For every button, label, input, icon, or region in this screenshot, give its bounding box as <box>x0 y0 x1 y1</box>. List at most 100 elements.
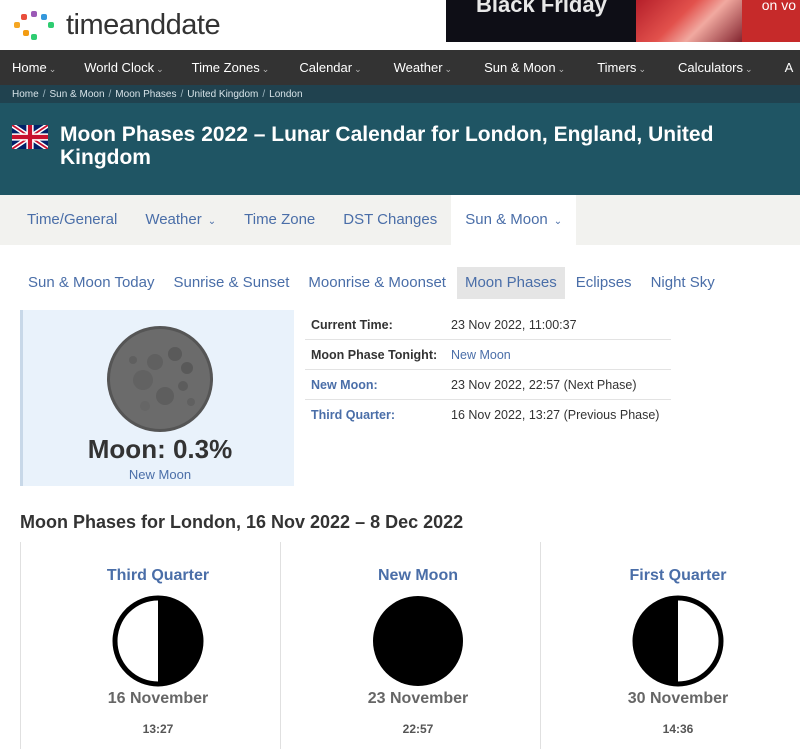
nav-item-label: Calculators <box>677 60 744 75</box>
info-value: 23 Nov 2022, 11:00:37 <box>451 317 577 332</box>
nav-item-label: Calendar <box>299 60 353 75</box>
phases-section-title: Moon Phases for London, 16 Nov 2022 – 8 … <box>20 512 464 532</box>
section-nav: Time/General Weather ⌄ Time Zone DST Chan… <box>0 195 800 245</box>
chevron-down-icon: ⌄ <box>156 64 164 74</box>
breadcrumb-city[interactable]: London <box>269 89 302 100</box>
breadcrumb-separator: / <box>180 88 184 100</box>
subnav-time-general[interactable]: Time/General <box>0 195 131 245</box>
uk-flag-icon <box>12 125 48 149</box>
nav-item-label: World Clock <box>84 60 155 75</box>
logo-text: timeanddate <box>66 8 221 41</box>
subnav-weather[interactable]: Weather ⌄ <box>131 195 230 245</box>
phase-date: 23 November <box>367 690 469 707</box>
phase-card: First Quarter 30 November 14:36 <box>540 542 800 749</box>
nav-item-sun-moon[interactable]: Sun & Moon ⌄ <box>452 60 565 75</box>
nav-item-weather[interactable]: Weather ⌄ <box>362 60 452 75</box>
subnav-label: Weather <box>145 211 202 228</box>
nav-item-time-zones[interactable]: Time Zones ⌄ <box>164 60 270 75</box>
phase-name-link[interactable]: First Quarter <box>541 567 800 585</box>
chevron-down-icon: ⌄ <box>638 64 646 74</box>
subnav-dst-changes[interactable]: DST Changes <box>329 195 451 245</box>
phase-card: Third Quarter 16 November 13:27 <box>20 542 280 749</box>
new-moon-icon <box>373 596 463 686</box>
nav-item-label: Time Zones <box>191 60 260 75</box>
moon-info-table: Current Time: 23 Nov 2022, 11:00:37 Moon… <box>305 310 671 430</box>
chevron-down-icon: ⌄ <box>444 64 453 74</box>
info-value-link[interactable]: New Moon <box>451 348 511 362</box>
nav-item-calendar[interactable]: Calendar ⌄ <box>269 60 361 75</box>
nav-item-label: Weather <box>393 60 443 75</box>
breadcrumb-country[interactable]: United Kingdom <box>187 89 258 100</box>
chevron-down-icon: ⌄ <box>354 64 362 74</box>
tab-moon-phases[interactable]: Moon Phases <box>456 267 565 299</box>
info-label: Current Time: <box>311 317 393 332</box>
chevron-down-icon: ⌄ <box>557 64 566 74</box>
nav-item-calculators[interactable]: Calculators ⌄ <box>646 60 753 75</box>
nav-item-apps[interactable]: A <box>753 60 794 75</box>
first-quarter-moon-icon <box>632 595 724 687</box>
chevron-down-icon: ⌄ <box>553 216 563 227</box>
page-header: Moon Phases 2022 – Lunar Calendar for Lo… <box>0 103 800 195</box>
third-quarter-moon-icon <box>112 595 204 687</box>
site-logo[interactable]: timeanddate <box>10 8 221 42</box>
tab-sun-moon-today[interactable]: Sun & Moon Today <box>20 267 162 299</box>
ad-headline: Black Friday <box>476 0 607 17</box>
phase-name-link[interactable]: New Moon <box>281 567 555 585</box>
info-label: Moon Phase Tonight: <box>311 347 438 362</box>
info-value: 23 Nov 2022, 22:57 (Next Phase) <box>451 377 637 392</box>
breadcrumb-sun-moon[interactable]: Sun & Moon <box>49 89 104 100</box>
advertisement-banner[interactable]: Black Friday on vo <box>446 0 800 42</box>
moon-phase-name[interactable]: New Moon <box>23 467 297 482</box>
phase-name-link[interactable]: Third Quarter <box>21 567 295 585</box>
nav-item-label: Home <box>12 60 47 75</box>
nav-item-world-clock[interactable]: World Clock ⌄ <box>56 60 163 75</box>
tab-sunrise-sunset[interactable]: Sunrise & Sunset <box>165 267 297 299</box>
chevron-down-icon: ⌄ <box>745 64 753 74</box>
phase-date: 30 November <box>627 690 729 707</box>
page-title: Moon Phases 2022 – Lunar Calendar for Lo… <box>60 123 714 169</box>
logo-sun-icon <box>10 8 66 42</box>
breadcrumb: Home / Sun & Moon / Moon Phases / United Ki… <box>0 85 800 103</box>
info-label-link[interactable]: Third Quarter: <box>305 408 451 422</box>
breadcrumb-home[interactable]: Home <box>12 89 39 100</box>
phases-list: Third Quarter 16 November 13:27 New Moon… <box>20 542 800 749</box>
info-row-phase-tonight: Moon Phase Tonight: New Moon <box>305 340 671 370</box>
tab-night-sky[interactable]: Night Sky <box>643 267 723 299</box>
tab-moonrise-moonset[interactable]: Moonrise & Moonset <box>300 267 454 299</box>
info-row-new-moon: New Moon: 23 Nov 2022, 22:57 (Next Phase… <box>305 370 671 400</box>
chevron-down-icon: ⌄ <box>261 64 270 74</box>
phase-card: New Moon 23 November 22:57 <box>280 542 540 749</box>
subnav-label: DST Changes <box>343 211 438 228</box>
nav-item-home[interactable]: Home ⌄ <box>0 60 56 75</box>
nav-item-label: A <box>784 60 794 75</box>
sun-moon-tabs: Sun & Moon Today Sunrise & Sunset Moonri… <box>20 267 723 299</box>
chevron-down-icon: ⌄ <box>207 216 217 227</box>
chevron-down-icon: ⌄ <box>48 64 57 74</box>
main-nav: Home ⌄ World Clock ⌄ Time Zones ⌄ Calendar ⌄… <box>0 50 800 85</box>
top-banner: timeanddate Black Friday on vo <box>0 0 800 50</box>
subnav-label: Time/General <box>27 211 118 228</box>
nav-item-label: Sun & Moon <box>484 60 556 75</box>
breadcrumb-moon-phases[interactable]: Moon Phases <box>115 89 176 100</box>
subnav-label: Sun & Moon <box>465 211 548 228</box>
phase-date: 16 November <box>107 690 209 707</box>
tab-eclipses[interactable]: Eclipses <box>568 267 640 299</box>
info-value: 16 Nov 2022, 13:27 (Previous Phase) <box>451 408 660 422</box>
breadcrumb-separator: / <box>262 88 266 100</box>
phase-time: 14:36 <box>662 722 694 736</box>
current-moon-panel: Moon: 0.3% New Moon <box>20 310 294 486</box>
info-row-third-quarter: Third Quarter: 16 Nov 2022, 13:27 (Previ… <box>305 400 671 430</box>
phase-time: 13:27 <box>142 722 174 736</box>
subnav-time-zone[interactable]: Time Zone <box>230 195 329 245</box>
info-label-link[interactable]: New Moon: <box>305 378 451 392</box>
subnav-sun-moon[interactable]: Sun & Moon ⌄ <box>451 195 577 245</box>
nav-item-label: Timers <box>597 60 637 75</box>
breadcrumb-separator: / <box>108 88 112 100</box>
info-row-current-time: Current Time: 23 Nov 2022, 11:00:37 <box>305 310 671 340</box>
phase-time: 22:57 <box>402 722 434 736</box>
ad-image <box>636 0 746 42</box>
nav-item-timers[interactable]: Timers ⌄ <box>565 60 646 75</box>
breadcrumb-separator: / <box>42 88 46 100</box>
moon-illumination: Moon: 0.3% <box>87 434 233 464</box>
subnav-label: Time Zone <box>244 211 316 228</box>
